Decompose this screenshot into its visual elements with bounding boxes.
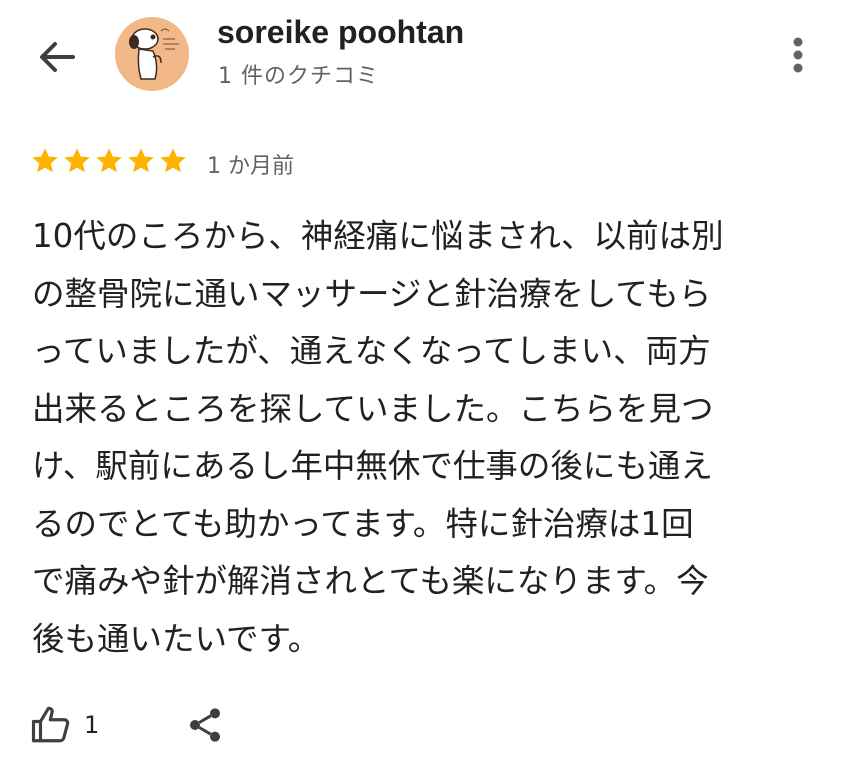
star-icon xyxy=(64,148,90,173)
like-button[interactable]: 1 xyxy=(30,700,99,750)
review-text-line: っていましたが、通えなくなってしまい、両方 xyxy=(32,332,711,370)
author-name[interactable]: soreike poohtan xyxy=(217,14,464,51)
avatar[interactable] xyxy=(115,17,189,91)
review-date: 1 か月前 xyxy=(207,154,294,179)
back-button[interactable] xyxy=(30,30,84,84)
review-text: 10代のころから、神経痛に悩まされ、以前は別 の整骨院に通いマッサージと針治療をし… xyxy=(32,208,837,668)
review-text-line: 10代のころから、神経痛に悩まされ、以前は別 xyxy=(32,217,724,255)
author-review-count: 1 件のクチコミ xyxy=(218,64,379,89)
star-icon xyxy=(128,148,154,173)
avatar-image xyxy=(115,17,189,91)
star-icon xyxy=(32,148,58,173)
review-text-line: の整骨院に通いマッサージと針治療をしてもら xyxy=(32,274,712,313)
star-rating xyxy=(30,146,188,176)
star-icon xyxy=(96,148,122,173)
review-text-line: 出来るところを探していました。こちらを見つ xyxy=(32,389,714,428)
review-text-line: るのでとても助かってます。特に針治療は1回 xyxy=(32,504,694,543)
more-options-button[interactable] xyxy=(776,28,820,82)
thumbs-up-icon xyxy=(31,706,70,743)
review-text-line: け、駅前にあるし年中無休で仕事の後にも通え xyxy=(32,447,713,485)
share-button[interactable] xyxy=(180,700,230,750)
arrow-left-icon xyxy=(40,42,75,72)
share-icon xyxy=(190,708,220,742)
review-text-line: 後も通いたいです。 xyxy=(32,619,321,658)
like-count: 1 xyxy=(84,711,100,739)
more-vertical-icon xyxy=(793,37,803,73)
star-icon xyxy=(160,148,186,173)
review-text-line: で痛みや針が解消されとても楽になります。今 xyxy=(32,562,709,600)
